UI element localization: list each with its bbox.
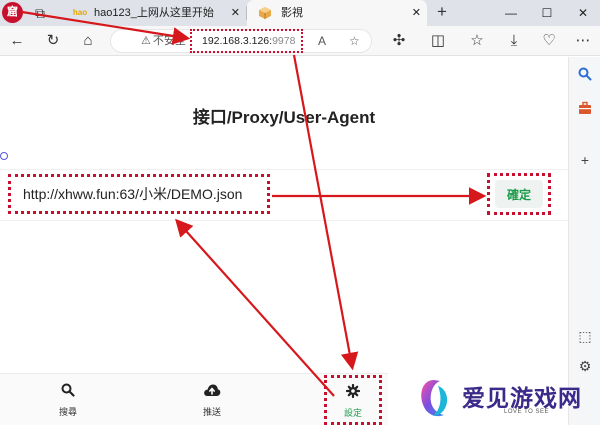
favorites-icon[interactable]: ☆ bbox=[466, 30, 488, 52]
nav-label: 推送 bbox=[202, 407, 221, 417]
browser-essentials-icon[interactable]: ♡ bbox=[538, 30, 560, 52]
nav-label: 搜尋 bbox=[58, 407, 77, 417]
maximize-button[interactable]: ☐ bbox=[536, 0, 558, 26]
gear-icon bbox=[327, 383, 379, 402]
favorite-star-icon[interactable]: ☆ bbox=[349, 30, 360, 52]
watermark-logo-icon bbox=[421, 380, 448, 417]
cloud-upload-icon bbox=[182, 383, 242, 401]
warning-icon: ⚠ bbox=[141, 35, 151, 47]
bottom-nav: 搜尋 推送 設定 bbox=[0, 373, 388, 425]
tab-actions-icon[interactable]: ⧉ bbox=[30, 3, 50, 23]
extensions-icon[interactable]: ✣ bbox=[388, 30, 410, 52]
tab-title: hao123_上网从这里开始 bbox=[94, 7, 214, 19]
tab-yingshi[interactable]: 影視 ✕ bbox=[247, 0, 427, 26]
confirm-highlight: 確定 bbox=[487, 173, 551, 215]
tab-close-icon[interactable]: ✕ bbox=[412, 0, 421, 26]
search-icon bbox=[38, 383, 98, 401]
url-text[interactable]: 192.168.3.126:9978 bbox=[190, 29, 303, 53]
more-menu-icon[interactable]: ⋯ bbox=[572, 30, 594, 52]
nav-search[interactable]: 搜尋 bbox=[38, 374, 98, 425]
hao123-favicon-icon: hao bbox=[72, 8, 88, 17]
tab-strip: 窟 ⧉ hao hao123_上网从这里开始 ✕ 影視 ✕ + — ☐ ✕ bbox=[0, 0, 600, 26]
interface-input-row: 確定 bbox=[0, 169, 568, 221]
tab-hao123[interactable]: hao hao123_上网从这里开始 ✕ bbox=[60, 0, 246, 26]
new-tab-button[interactable]: + bbox=[432, 0, 452, 26]
nav-push[interactable]: 推送 bbox=[182, 374, 242, 425]
confirm-button[interactable]: 確定 bbox=[495, 180, 543, 208]
minimize-button[interactable]: — bbox=[500, 0, 522, 26]
nav-label: 設定 bbox=[343, 408, 362, 418]
sidebar-settings-icon[interactable]: ⚙ bbox=[574, 355, 596, 377]
nav-settings[interactable]: 設定 bbox=[324, 375, 382, 425]
sidebar-screenshot-icon[interactable]: ⬚ bbox=[574, 325, 596, 347]
browser-sidebar: + ⬚ ⚙ bbox=[568, 57, 600, 425]
watermark-subtext: LOVE TO SEE bbox=[504, 409, 549, 415]
split-screen-icon[interactable]: ◫ bbox=[427, 30, 449, 52]
watermark: 爱见游戏网 LOVE TO SEE bbox=[400, 373, 581, 425]
tab-close-icon[interactable]: ✕ bbox=[231, 0, 240, 26]
read-aloud-icon[interactable]: A bbox=[318, 30, 326, 52]
tab-title: 影視 bbox=[281, 7, 303, 19]
sidebar-tools-icon[interactable] bbox=[574, 99, 596, 121]
address-bar[interactable]: ⚠ 不安全 192.168.3.126:9978 A ☆ bbox=[110, 29, 372, 53]
sidebar-search-icon[interactable] bbox=[574, 65, 596, 87]
close-window-button[interactable]: ✕ bbox=[572, 0, 594, 26]
radio-indicator[interactable] bbox=[0, 152, 8, 160]
interface-url-input[interactable] bbox=[8, 174, 270, 214]
page-title: 接口/Proxy/User-Agent bbox=[192, 108, 376, 127]
back-button[interactable]: ← bbox=[6, 30, 28, 52]
page-content: 接口/Proxy/User-Agent 確定 bbox=[0, 57, 568, 425]
security-indicator[interactable]: ⚠ 不安全 bbox=[141, 30, 186, 52]
browser-profile-logo[interactable]: 窟 bbox=[2, 2, 23, 23]
refresh-button[interactable]: ↻ bbox=[42, 30, 64, 52]
home-button[interactable]: ⌂ bbox=[77, 30, 99, 52]
box-favicon-icon bbox=[257, 6, 273, 20]
watermark-text: 爱见游戏网 bbox=[462, 385, 582, 411]
browser-toolbar: ← ↻ ⌂ ⚠ 不安全 192.168.3.126:9978 A ☆ ✣ ◫ ☆ … bbox=[0, 26, 600, 56]
downloads-icon[interactable]: ⤓ bbox=[503, 30, 525, 52]
sidebar-add-icon[interactable]: + bbox=[574, 149, 596, 171]
